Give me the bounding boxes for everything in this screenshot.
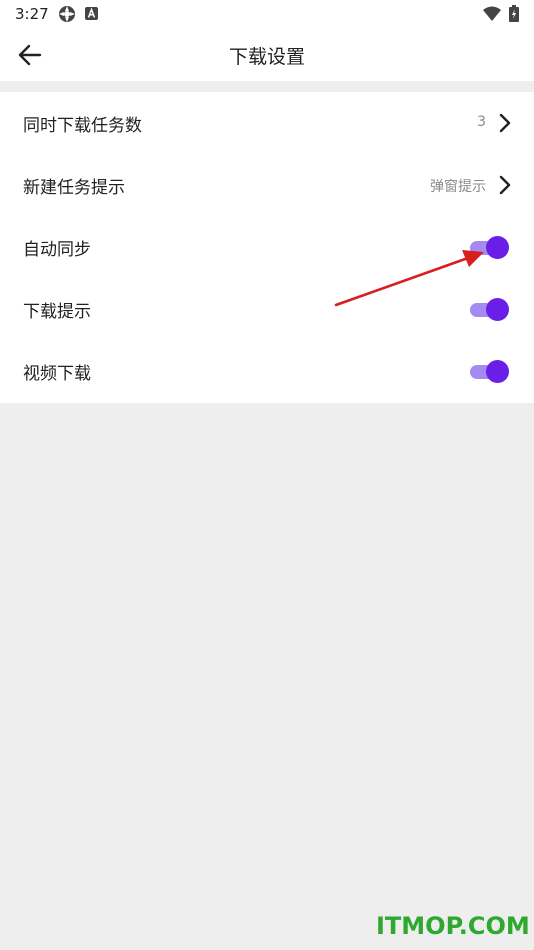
setting-concurrent-downloads[interactable]: 同时下载任务数 3 [0, 92, 534, 154]
setting-label: 视频下载 [23, 364, 91, 384]
setting-auto-sync: 自动同步 [0, 216, 534, 278]
auto-sync-toggle[interactable] [470, 234, 510, 260]
setting-label: 新建任务提示 [23, 178, 125, 198]
toggle-thumb [486, 360, 509, 383]
setting-label: 同时下载任务数 [23, 116, 142, 136]
setting-value: 弹窗提示 [430, 179, 486, 195]
a-letter-icon [85, 7, 98, 20]
setting-download-prompt: 下载提示 [0, 278, 534, 340]
setting-label: 下载提示 [23, 302, 91, 322]
app-bar: 下载设置 [0, 28, 534, 81]
setting-value: 3 [477, 114, 486, 130]
section-divider [0, 81, 534, 92]
setting-new-task-prompt[interactable]: 新建任务提示 弹窗提示 [0, 154, 534, 216]
page-title: 下载设置 [228, 46, 305, 68]
toggle-thumb [486, 298, 509, 321]
wifi-icon [483, 6, 501, 21]
chevron-right-icon [499, 175, 511, 195]
battery-charging-icon [509, 5, 519, 22]
watermark-text: ITMOP.COM [376, 912, 530, 940]
status-bar: 3:27 [0, 0, 534, 28]
setting-video-download: 视频下载 [0, 340, 534, 402]
chevron-right-icon [499, 113, 511, 133]
gear-icon [59, 6, 75, 22]
download-prompt-toggle[interactable] [470, 296, 510, 322]
settings-list: 同时下载任务数 3 新建任务提示 弹窗提示 自动同步 下载提示 视频下载 [0, 92, 534, 403]
setting-label: 自动同步 [23, 240, 91, 260]
toggle-thumb [486, 236, 509, 259]
video-download-toggle[interactable] [470, 358, 510, 384]
status-time: 3:27 [15, 5, 49, 23]
